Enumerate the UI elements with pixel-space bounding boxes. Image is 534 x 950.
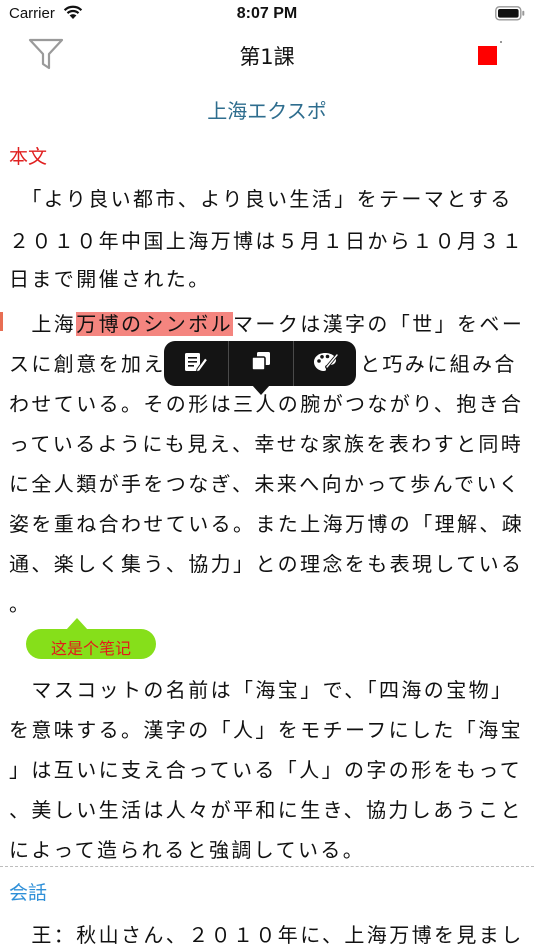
lesson-title: 上海エクスポ: [207, 99, 327, 123]
indicator-dot: [500, 41, 502, 43]
text-line: スに創意を加え: [9, 352, 166, 376]
text-line: 日まで開催された。: [9, 267, 211, 291]
nav-bar: 第1課: [0, 28, 534, 82]
paragraph-marker: [0, 312, 3, 331]
battery-icon: [495, 6, 525, 25]
text-line-with-highlight[interactable]: 上海万博のシンボルマークは漢字の「世」をベー: [9, 308, 524, 337]
record-button[interactable]: [478, 46, 497, 65]
palette-icon: [313, 351, 339, 377]
text-line: ２０１０年中国上海万博は５月１日から１０月３１: [9, 229, 525, 253]
text-line: によって造られると強調している。: [9, 838, 366, 862]
text-line: っているようにも見え、幸せな家族を表わすと同時: [9, 432, 524, 456]
section-divider: [0, 866, 534, 867]
text-line: 。: [9, 592, 32, 616]
copy-button[interactable]: [229, 341, 293, 386]
status-bar: Carrier 8:07 PM: [0, 0, 534, 28]
highlighted-text[interactable]: 万博のシンボル: [76, 312, 234, 336]
status-time: 8:07 PM: [236, 5, 298, 22]
text-line: 「より良い都市、より良い生活」をテーマとする: [9, 187, 513, 211]
text-line: と巧みに組み合: [360, 352, 517, 376]
note-edit-icon: [184, 351, 209, 377]
text-line: を意味する。漢字の「人」をモチーフにした「海宝: [9, 718, 523, 742]
selection-popup-menu: [164, 341, 356, 386]
copy-icon: [250, 351, 272, 377]
note-bubble[interactable]: 这是个笔记: [26, 629, 156, 659]
text-line: マスコットの名前は「海宝」で、「四海の宝物」: [9, 678, 514, 702]
text-line: 」は互いに支え合っている「人」の字の形をもって: [9, 758, 523, 782]
text-line: 、美しい生活は人々が平和に生き、協力しあうこと: [9, 798, 523, 822]
text-line: に全人類が手をつなぎ、未来へ向かって歩んでいく: [9, 472, 522, 496]
note-text: 这是个笔记: [50, 639, 131, 658]
text-segment: マークは漢字の「世」をベー: [233, 312, 525, 336]
add-note-button[interactable]: [164, 341, 228, 386]
text-line: 通、楽しく集う、協力」との理念をも表現している: [9, 552, 524, 576]
nav-title: 第1課: [239, 45, 295, 69]
section-label-kaiwa: 会話: [9, 882, 48, 904]
text-segment: 上海: [9, 312, 77, 336]
text-line: 王：秋山さん、２０１０年に、上海万博を見まし: [9, 923, 524, 947]
highlight-color-button[interactable]: [294, 341, 358, 386]
section-label-honbun: 本文: [9, 146, 48, 168]
text-line: 姿を重ね合わせている。また上海万博の「理解、疎: [9, 512, 525, 536]
popup-arrow: [252, 385, 270, 395]
